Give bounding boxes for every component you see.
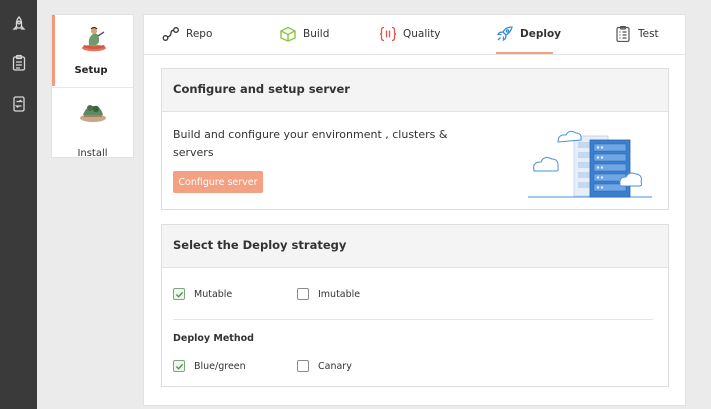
tab-label: Deploy bbox=[520, 28, 562, 40]
checkbox-checked[interactable] bbox=[173, 288, 185, 300]
tab-bar: Repo Build Quality Deploy Test bbox=[144, 15, 685, 55]
tab-repo[interactable]: Repo bbox=[162, 27, 213, 54]
option-mutable[interactable]: Mutable bbox=[173, 288, 232, 300]
box-icon bbox=[280, 26, 296, 42]
tab-quality[interactable]: Quality bbox=[379, 26, 441, 54]
sidebar-card: Setup Install bbox=[51, 14, 134, 159]
sidebar-item-install[interactable]: Install bbox=[52, 88, 133, 159]
deploy-method-label: Deploy Method bbox=[173, 333, 254, 344]
deploy-strategy-card: Select the Deploy strategy Mutable Imuta… bbox=[161, 224, 669, 387]
option-label: Blue/green bbox=[194, 360, 246, 372]
checkbox-unchecked[interactable] bbox=[297, 288, 309, 300]
rocket-icon[interactable] bbox=[9, 14, 28, 34]
repo-icon bbox=[162, 27, 179, 41]
card-title: Configure and setup server bbox=[162, 69, 668, 112]
option-label: Imutable bbox=[318, 288, 361, 300]
check-icon bbox=[175, 291, 183, 298]
rocket-icon bbox=[496, 26, 513, 42]
main-panel: Repo Build Quality Deploy Test Configure… bbox=[143, 14, 686, 406]
sidebar-item-setup[interactable]: Setup bbox=[52, 15, 133, 86]
option-blue-green[interactable]: Blue/green bbox=[173, 360, 246, 372]
option-imutable[interactable]: Imutable bbox=[297, 288, 360, 300]
server-cloud-illustration bbox=[528, 130, 652, 198]
option-canary[interactable]: Canary bbox=[297, 360, 352, 372]
checkbox-unchecked[interactable] bbox=[297, 360, 309, 372]
app-rail bbox=[0, 0, 37, 409]
install-illustration bbox=[80, 105, 106, 122]
configure-description: Build and configure your environment , c… bbox=[173, 128, 448, 159]
tab-build[interactable]: Build bbox=[279, 26, 330, 54]
tab-label: Repo bbox=[186, 28, 213, 40]
sidebar-item-label: Install bbox=[77, 148, 108, 159]
option-label: Canary bbox=[318, 360, 352, 372]
swap-icon[interactable] bbox=[9, 94, 28, 114]
sidebar-item-label: Setup bbox=[74, 65, 108, 76]
tab-test[interactable]: Test bbox=[614, 26, 659, 54]
active-tab-indicator bbox=[496, 52, 553, 54]
setup-illustration bbox=[82, 26, 106, 52]
tab-deploy[interactable]: Deploy bbox=[496, 26, 562, 54]
checklist-icon bbox=[616, 26, 630, 42]
clipboard-list-icon[interactable] bbox=[9, 53, 28, 73]
tab-label: Test bbox=[638, 28, 659, 40]
checkbox-checked[interactable] bbox=[173, 360, 185, 372]
configure-server-card: Configure and setup server Build and con… bbox=[161, 68, 669, 210]
card-title: Select the Deploy strategy bbox=[162, 225, 668, 268]
tab-label: Quality bbox=[403, 28, 441, 40]
tab-label: Build bbox=[303, 28, 330, 40]
check-icon bbox=[175, 363, 183, 370]
configure-server-button[interactable]: Configure server bbox=[173, 171, 263, 193]
divider bbox=[173, 319, 653, 320]
option-label: Mutable bbox=[194, 288, 233, 300]
braces-icon bbox=[379, 26, 397, 42]
